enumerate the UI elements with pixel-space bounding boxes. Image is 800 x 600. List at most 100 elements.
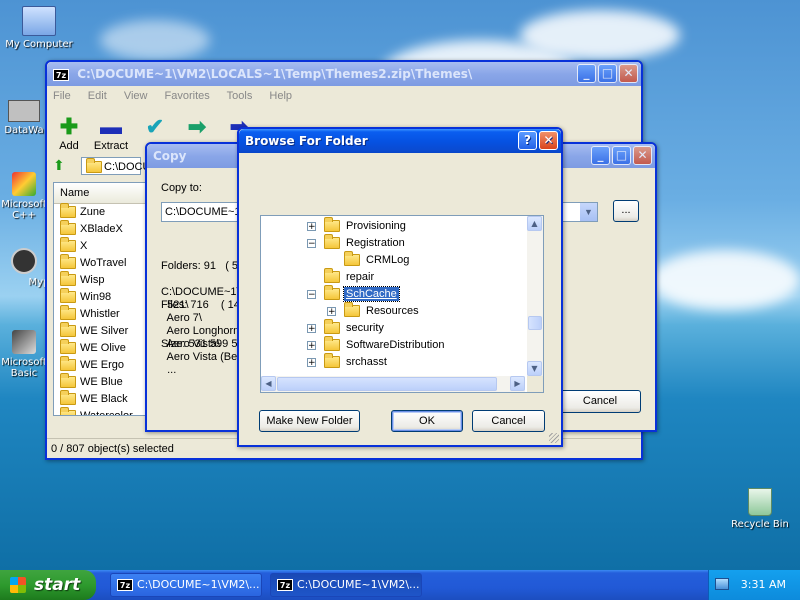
test-button[interactable]: ✔: [135, 114, 175, 140]
close-button[interactable]: ✕: [619, 64, 638, 83]
file-list-item[interactable]: WE Ergo: [54, 356, 148, 374]
copy-button[interactable]: ➡: [177, 114, 217, 140]
minimize-button[interactable]: _: [591, 146, 610, 165]
desktop-icon-my-computer[interactable]: My Computer: [1, 6, 77, 50]
start-label: start: [34, 575, 81, 595]
system-tray: 3:31 AM: [708, 570, 800, 600]
expand-icon[interactable]: +: [307, 358, 316, 368]
collapse-icon[interactable]: −: [307, 239, 316, 249]
scroll-left-button[interactable]: ◀: [261, 376, 276, 391]
close-button[interactable]: ✕: [539, 131, 558, 150]
menu-help[interactable]: Help: [269, 90, 292, 102]
help-button[interactable]: ?: [518, 131, 537, 150]
chevron-down-icon[interactable]: ▼: [580, 203, 597, 221]
file-list-item[interactable]: WE Blue: [54, 373, 148, 391]
folder-tree-item[interactable]: repair: [324, 268, 376, 286]
file-list-item[interactable]: XBladeX: [54, 220, 148, 238]
scroll-thumb-horizontal[interactable]: [277, 377, 497, 391]
file-name: Wisp: [80, 274, 105, 286]
task-label: C:\DOCUME~1\VM2\...: [297, 578, 420, 591]
file-list-item[interactable]: WE Silver: [54, 322, 148, 340]
address-input[interactable]: C:\DOCU: [81, 157, 150, 175]
folder-icon: [60, 203, 76, 219]
extract-button[interactable]: ▬ Extract: [91, 114, 131, 152]
folder-tree-item[interactable]: Registration: [324, 234, 407, 252]
file-list-item[interactable]: WE Black: [54, 390, 148, 408]
cancel-button[interactable]: Cancel: [472, 410, 545, 432]
file-list-item[interactable]: Whistler: [54, 305, 148, 323]
scroll-down-button[interactable]: ▼: [527, 361, 542, 376]
menu-view[interactable]: View: [124, 90, 148, 102]
make-new-folder-button[interactable]: Make New Folder: [259, 410, 360, 432]
desktop-icon-recycle-bin[interactable]: Recycle Bin: [722, 488, 798, 530]
expand-icon[interactable]: +: [307, 222, 316, 232]
maximize-button[interactable]: □: [612, 146, 631, 165]
seven-zip-icon: 7z: [277, 579, 293, 591]
expand-icon[interactable]: +: [307, 324, 316, 334]
copy-path-line: Aero Vista\: [161, 338, 221, 350]
status-text: 0 / 807 object(s) selected: [51, 443, 174, 455]
folder-icon: [324, 353, 340, 369]
scroll-thumb[interactable]: [528, 316, 542, 330]
file-name: WE Silver: [80, 325, 129, 337]
file-list: Name Zune XBladeX X WoTravel Wisp Win98 Whistl…: [53, 182, 149, 416]
folder-tree-item[interactable]: srchasst: [324, 353, 389, 371]
clock[interactable]: 3:31 AM: [741, 578, 786, 591]
file-list-item[interactable]: Win98: [54, 288, 148, 306]
expand-icon[interactable]: +: [327, 307, 336, 317]
add-button[interactable]: ✚ Add: [49, 114, 89, 152]
maximize-button[interactable]: □: [598, 64, 617, 83]
resize-grip[interactable]: [549, 433, 559, 443]
up-folder-icon[interactable]: ⬆: [53, 158, 65, 174]
file-name: Win98: [80, 291, 112, 303]
scroll-up-button[interactable]: ▲: [527, 216, 542, 231]
folder-tree-item[interactable]: CRMLog: [344, 251, 411, 269]
folder-icon: [60, 322, 76, 338]
close-button[interactable]: ✕: [633, 146, 652, 165]
folders-count: Folders: 91 ( 5: [161, 260, 239, 272]
browse-button[interactable]: ...: [613, 200, 639, 222]
main-window-titlebar[interactable]: 7z C:\DOCUME~1\VM2\LOCALS~1\Temp\Themes2…: [47, 62, 641, 86]
taskbar-button-copy[interactable]: 7z C:\DOCUME~1\VM2\...: [270, 573, 422, 597]
ok-button[interactable]: OK: [391, 410, 463, 432]
folder-tree-label: Provisioning: [346, 220, 406, 232]
column-header-name[interactable]: Name: [54, 183, 148, 204]
minimize-button[interactable]: _: [577, 64, 596, 83]
network-icon[interactable]: [715, 578, 729, 590]
copy-cancel-button[interactable]: Cancel: [559, 390, 641, 413]
file-list-item[interactable]: Zune: [54, 203, 148, 221]
browse-dialog-titlebar[interactable]: Browse For Folder ? ✕: [239, 129, 561, 153]
folder-icon: [324, 268, 340, 284]
file-list-item[interactable]: Watercolor: [54, 407, 148, 415]
scroll-right-button[interactable]: ▶: [510, 376, 525, 391]
folder-icon: [60, 254, 76, 270]
collapse-icon[interactable]: −: [307, 290, 316, 300]
vertical-scrollbar[interactable]: ▲ ▼: [527, 216, 543, 376]
extract-icon: ▬: [100, 114, 122, 139]
menu-tools[interactable]: Tools: [227, 90, 253, 102]
menu-favorites[interactable]: Favorites: [165, 90, 210, 102]
folder-icon: [344, 302, 360, 318]
folder-tree-item[interactable]: security: [324, 319, 386, 337]
file-list-item[interactable]: Wisp: [54, 271, 148, 289]
menu-file[interactable]: File: [53, 90, 71, 102]
recycle-bin-icon: [748, 488, 772, 516]
folder-tree-label: Resources: [366, 305, 419, 317]
folder-icon: [324, 217, 340, 233]
folder-tree-item[interactable]: SoftwareDistribution: [324, 336, 446, 354]
taskbar-button-main[interactable]: 7z C:\DOCUME~1\VM2\...: [110, 573, 262, 597]
taskbar: start 7z C:\DOCUME~1\VM2\... 7z C:\DOCUM…: [0, 570, 800, 600]
horizontal-scrollbar[interactable]: ◀ ▶: [261, 376, 525, 392]
expand-icon[interactable]: +: [307, 341, 316, 351]
menu-edit[interactable]: Edit: [88, 90, 107, 102]
start-button[interactable]: start: [0, 570, 96, 600]
file-name: Whistler: [80, 308, 120, 320]
folder-tree-item[interactable]: Provisioning: [324, 217, 408, 235]
file-list-item[interactable]: X: [54, 237, 148, 255]
folder-tree-item[interactable]: Resources: [344, 302, 421, 320]
copy-path-line: C:\DOCUME~1\: [161, 286, 240, 298]
folder-tree-item[interactable]: SchCache: [324, 285, 400, 303]
file-list-item[interactable]: WE Olive: [54, 339, 148, 357]
windows-logo-icon: [10, 577, 26, 593]
file-list-item[interactable]: WoTravel: [54, 254, 148, 272]
